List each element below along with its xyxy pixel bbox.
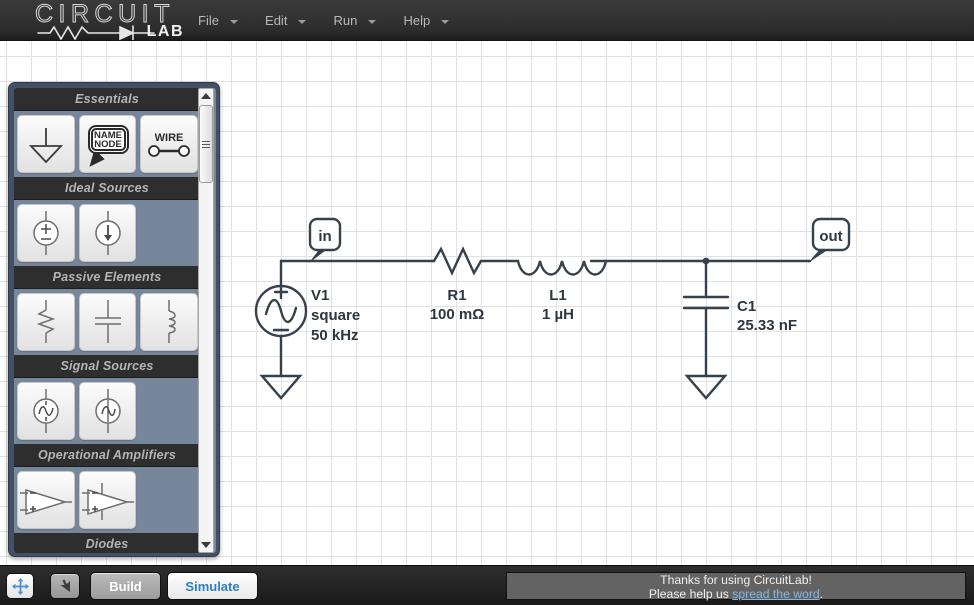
current-source-icon bbox=[94, 211, 121, 255]
palette-row-passive-elements bbox=[14, 289, 200, 355]
capacitor-icon bbox=[94, 300, 121, 343]
palette-item-opamp-powered[interactable] bbox=[78, 471, 137, 529]
chevron-down-icon bbox=[440, 19, 449, 24]
palette-section-essentials-header: Essentials bbox=[14, 88, 200, 111]
palette-item-opamp[interactable] bbox=[17, 471, 75, 529]
palette-section-ideal-sources-header: Ideal Sources bbox=[14, 177, 200, 200]
resistor-icon bbox=[36, 300, 56, 343]
palette-item-capacitor[interactable] bbox=[78, 293, 137, 351]
palette-item-ground[interactable] bbox=[17, 115, 75, 173]
menu-file-label: File bbox=[198, 13, 219, 28]
name-node-label-line2: NODE bbox=[94, 139, 121, 150]
chevron-down-icon bbox=[298, 19, 307, 24]
palette-scrollbar[interactable] bbox=[198, 88, 214, 553]
palette-item-ideal-voltage-source[interactable] bbox=[17, 204, 75, 262]
component-label-l1-name[interactable]: L1 bbox=[549, 287, 567, 304]
app-logo[interactable]: CIRCUIT LAB bbox=[32, 0, 184, 41]
palette-item-resistor[interactable] bbox=[17, 293, 75, 351]
spread-the-word-link[interactable]: spread the word bbox=[732, 587, 819, 601]
palette-slot-empty bbox=[140, 204, 198, 262]
palette-section-diodes-header: Diodes bbox=[14, 533, 200, 553]
inductor-icon bbox=[168, 300, 176, 343]
ac-current-source-icon bbox=[94, 389, 121, 433]
menu-bar: File Edit Run Help bbox=[193, 10, 467, 32]
status-line-2-prefix: Please help us bbox=[648, 586, 733, 601]
bottom-toolbar: Build Simulate Thanks for using CircuitL… bbox=[0, 565, 974, 605]
menu-help-label: Help bbox=[403, 13, 431, 28]
palette-section-operational-amplifiers-header: Operational Amplifiers bbox=[14, 444, 200, 467]
component-label-v1-freq[interactable]: 50 kHz bbox=[311, 327, 359, 344]
scrollbar-down-button[interactable] bbox=[199, 538, 213, 552]
palette-slot-empty bbox=[140, 382, 198, 440]
menu-help[interactable]: Help bbox=[398, 10, 455, 31]
palette-row-essentials: NAME NODE WIRE bbox=[14, 111, 200, 177]
status-line-2: Please help us spread the word. bbox=[507, 586, 965, 602]
opamp-powered-icon bbox=[81, 483, 134, 520]
logo-circuit-symbol-icon bbox=[37, 25, 155, 40]
scrollbar-thumb[interactable] bbox=[199, 105, 213, 183]
palette-row-operational-amplifiers bbox=[14, 467, 200, 533]
select-tool-button[interactable] bbox=[50, 573, 80, 599]
build-button[interactable]: Build bbox=[90, 572, 161, 600]
node-label-in[interactable]: in bbox=[318, 228, 331, 245]
palette-item-wire[interactable]: WIRE bbox=[140, 115, 199, 173]
status-message: Thanks for using CircuitLab! Please help… bbox=[506, 572, 966, 600]
triangle-up-icon bbox=[201, 93, 211, 99]
palette-section-passive-elements-header: Passive Elements bbox=[14, 266, 200, 289]
component-label-c1-name[interactable]: C1 bbox=[737, 298, 756, 315]
palette-slot-empty bbox=[140, 471, 198, 529]
component-label-l1-value[interactable]: 1 µH bbox=[542, 306, 574, 323]
menu-file[interactable]: File bbox=[193, 10, 245, 31]
component-label-v1-name[interactable]: V1 bbox=[311, 287, 329, 304]
component-palette: Essentials NAME NODE WIRE Ideal Sources … bbox=[8, 82, 220, 557]
palette-item-ac-voltage-source[interactable] bbox=[17, 382, 75, 440]
menu-edit-label: Edit bbox=[265, 13, 288, 28]
palette-scroll-area[interactable]: Essentials NAME NODE WIRE Ideal Sources … bbox=[14, 88, 216, 553]
move-arrows-icon bbox=[11, 577, 29, 595]
logo-text-lab: LAB bbox=[146, 23, 184, 40]
palette-section-signal-sources-header: Signal Sources bbox=[14, 355, 200, 378]
simulate-button[interactable]: Simulate bbox=[167, 572, 258, 600]
component-label-r1-name[interactable]: R1 bbox=[447, 287, 466, 304]
status-line-2-suffix: . bbox=[819, 586, 824, 601]
component-label-c1-value[interactable]: 25.33 nF bbox=[737, 317, 797, 334]
palette-item-inductor[interactable] bbox=[140, 293, 199, 351]
opamp-icon bbox=[19, 488, 72, 516]
triangle-down-icon bbox=[201, 542, 211, 548]
top-bar: CIRCUIT LAB File Edit Run Help bbox=[0, 0, 974, 41]
menu-edit[interactable]: Edit bbox=[260, 10, 313, 31]
name-node-icon: NAME NODE bbox=[87, 125, 129, 167]
component-label-v1-type[interactable]: square bbox=[311, 307, 360, 324]
status-line-1: Thanks for using CircuitLab! bbox=[660, 573, 812, 587]
ac-voltage-source-icon bbox=[33, 389, 59, 433]
grip-lines-icon bbox=[202, 139, 210, 150]
wire-icon: WIRE bbox=[148, 132, 191, 157]
wire-label: WIRE bbox=[155, 132, 184, 144]
palette-item-ac-current-source[interactable] bbox=[78, 382, 137, 440]
voltage-source-icon bbox=[33, 211, 59, 255]
component-label-r1-value[interactable]: 100 mΩ bbox=[430, 306, 485, 323]
cursor-arrow-icon bbox=[60, 579, 70, 592]
palette-item-ideal-current-source[interactable] bbox=[78, 204, 137, 262]
pan-tool-button[interactable] bbox=[6, 573, 34, 599]
chevron-down-icon bbox=[368, 19, 376, 24]
scrollbar-up-button[interactable] bbox=[199, 89, 213, 103]
ground-icon bbox=[28, 128, 63, 164]
node-label-out[interactable]: out bbox=[819, 228, 842, 245]
palette-row-signal-sources bbox=[14, 378, 200, 444]
chevron-down-icon bbox=[229, 19, 238, 24]
menu-run[interactable]: Run bbox=[329, 10, 383, 31]
menu-run-label: Run bbox=[333, 13, 358, 28]
palette-section-list: Essentials NAME NODE WIRE Ideal Sources … bbox=[14, 88, 200, 553]
circuitlab-app: in out V1 square 50 kHz R1 100 mΩ L1 1 µ… bbox=[0, 0, 974, 605]
palette-item-name-node[interactable]: NAME NODE bbox=[78, 115, 137, 173]
palette-row-ideal-sources bbox=[14, 200, 200, 266]
